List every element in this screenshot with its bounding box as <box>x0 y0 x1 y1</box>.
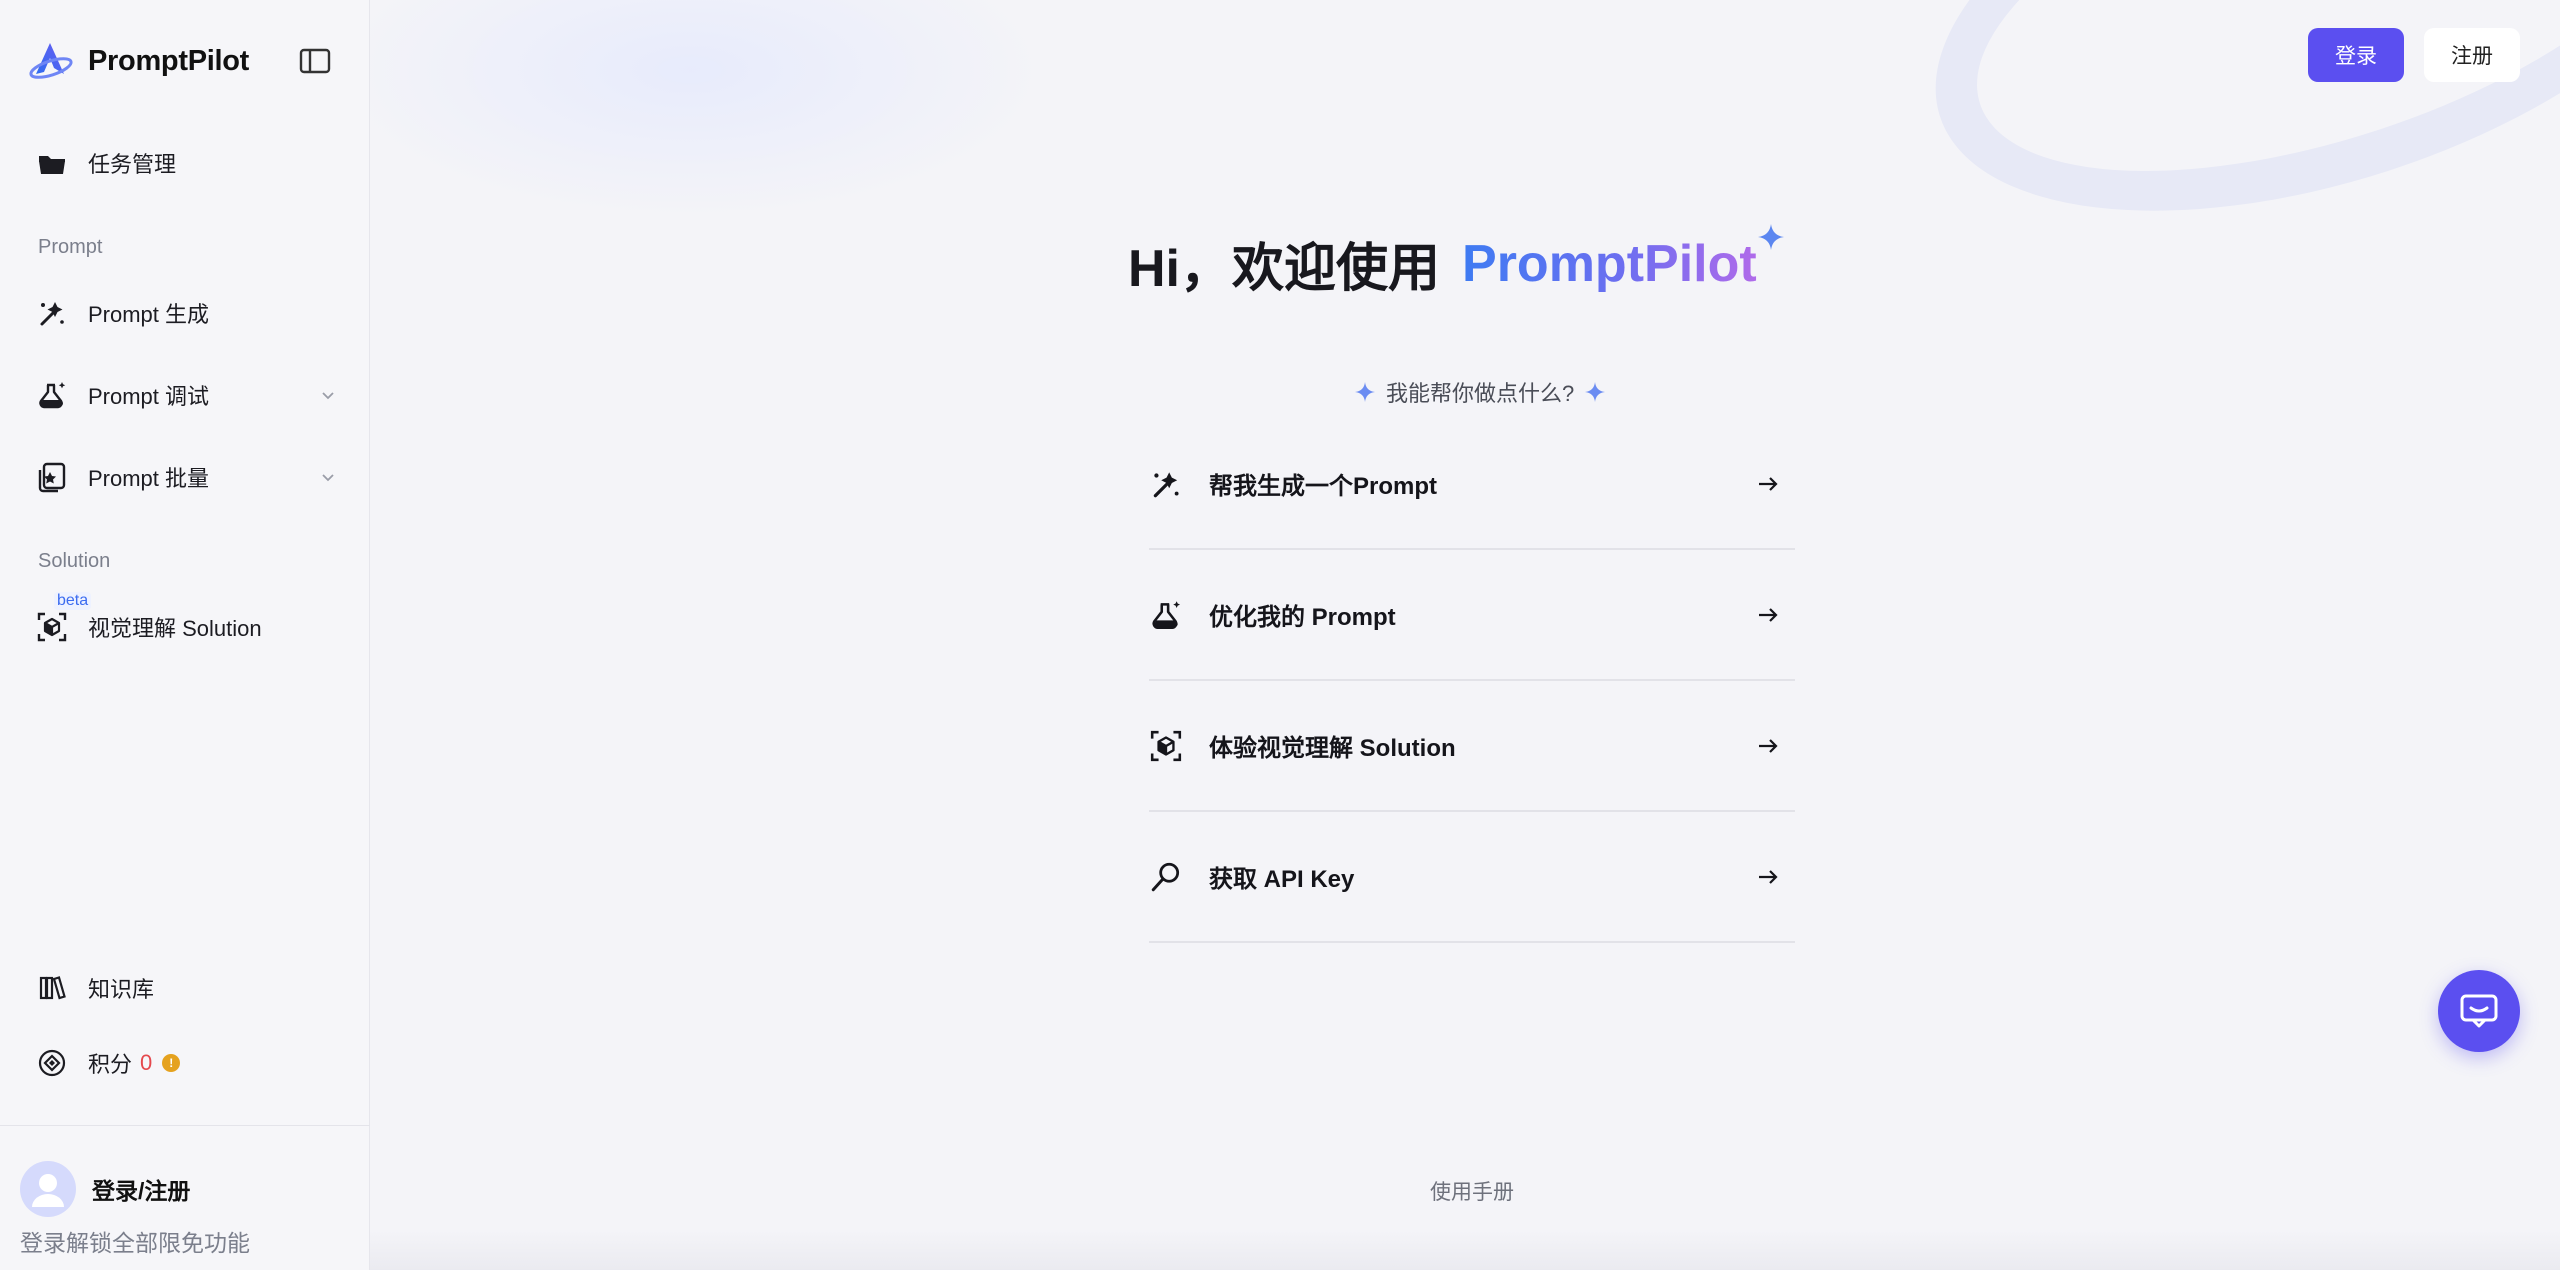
flask-icon <box>39 382 66 409</box>
section-label-solution: Solution <box>38 550 111 572</box>
sidebar-item-label: Prompt 批量 <box>88 466 210 491</box>
sidebar-item-prompt-batch[interactable]: Prompt 批量 <box>36 453 336 501</box>
beta-badge: beta <box>54 592 92 610</box>
sidebar-item-label: 知识库 <box>88 977 155 1002</box>
avatar[interactable] <box>20 1161 76 1217</box>
brand[interactable]: PromptPilot <box>28 38 249 84</box>
action-get-api-key[interactable]: 获取 API Key <box>1149 812 1795 943</box>
magic-wand-icon <box>1153 471 1179 497</box>
sidebar-item-label: 任务管理 <box>88 152 177 177</box>
background-glow <box>370 0 1050 220</box>
sidebar-item-prompt-gen[interactable]: Prompt 生成 <box>36 289 336 337</box>
user-name: 登录/注册 <box>92 1178 191 1204</box>
chevron-down-icon[interactable] <box>320 469 336 485</box>
user-login-entry[interactable]: 登录/注册 <box>20 1161 190 1217</box>
help-question-text: 我能帮你做点什么? <box>1386 381 1575 406</box>
warning-icon[interactable]: ! <box>162 1054 181 1072</box>
help-question: 我能帮你做点什么? <box>1344 376 1616 408</box>
sidebar-item-prompt-debug[interactable]: Prompt 调试 <box>36 371 336 419</box>
sidebar-item-label: 视觉理解 Solution <box>88 616 262 641</box>
sidebar-item-tasks[interactable]: 任务管理 <box>36 139 336 187</box>
brand-logo-icon <box>29 43 73 79</box>
main-content: 登录 注册 Hi，欢迎使用 PromptPilot 我能帮你做点什么? 帮我生成… <box>370 0 2560 1270</box>
hero-title: Hi，欢迎使用 PromptPilot <box>1128 226 1757 301</box>
points-label: 积分 <box>88 1052 133 1077</box>
sidebar-item-points[interactable]: 积分 0 ! <box>36 1039 336 1087</box>
chat-icon <box>2460 994 2498 1028</box>
library-icon <box>39 976 66 1000</box>
cube-scan-icon <box>37 612 67 642</box>
action-label: 优化我的 Prompt <box>1209 604 1396 631</box>
brand-name: PromptPilot <box>88 44 250 77</box>
arrow-right-icon <box>1759 607 1778 622</box>
login-button[interactable]: 登录 <box>2308 28 2404 82</box>
magic-wand-icon <box>40 302 64 326</box>
user-manual-link[interactable]: 使用手册 <box>1430 1176 1514 1206</box>
arrow-right-icon <box>1759 476 1778 491</box>
chat-button[interactable] <box>2438 970 2520 1052</box>
action-vision-solution[interactable]: 体验视觉理解 Solution <box>1149 681 1795 812</box>
sidebar-item-label: Prompt 调试 <box>88 384 210 409</box>
action-label: 帮我生成一个Prompt <box>1209 473 1437 500</box>
arrow-right-icon <box>1759 738 1778 753</box>
bottom-shade <box>370 1230 2560 1270</box>
cube-scan-icon <box>1150 730 1182 761</box>
chevron-down-icon[interactable] <box>320 387 336 403</box>
section-label-prompt: Prompt <box>38 236 103 258</box>
action-label: 获取 API Key <box>1209 866 1355 893</box>
user-hint: 登录解锁全部限免功能 <box>20 1230 250 1256</box>
action-optimize-prompt[interactable]: 优化我的 Prompt <box>1149 550 1795 681</box>
sidebar-divider <box>0 1125 370 1126</box>
sparkle-icon <box>1355 382 1375 402</box>
key-icon <box>1151 862 1180 891</box>
points-icon <box>38 1049 66 1077</box>
app-root: PromptPilot 任务管理 Prompt Prompt 生成 Prompt… <box>0 0 2560 1270</box>
sidebar: PromptPilot 任务管理 Prompt Prompt 生成 Prompt… <box>0 0 370 1270</box>
action-generate-prompt[interactable]: 帮我生成一个Prompt <box>1149 419 1795 550</box>
batch-icon <box>38 462 66 493</box>
hero-brand: PromptPilot <box>1462 234 1757 293</box>
action-label: 体验视觉理解 Solution <box>1209 735 1456 762</box>
points-value: 0 <box>140 1050 153 1075</box>
hero-greeting: Hi，欢迎使用 <box>1128 240 1441 298</box>
sidebar-toggle-icon[interactable] <box>298 46 332 76</box>
sparkle-icon <box>1585 382 1606 402</box>
user-icon <box>32 1174 64 1207</box>
sidebar-item-vision-solution[interactable]: 视觉理解 Solution <box>36 603 336 651</box>
sparkle-icon <box>1758 224 1784 250</box>
folder-icon <box>39 156 65 174</box>
arrow-right-icon <box>1759 869 1778 884</box>
sidebar-item-label: Prompt 生成 <box>88 302 210 327</box>
sidebar-item-knowledge[interactable]: 知识库 <box>36 964 336 1012</box>
register-button[interactable]: 注册 <box>2424 28 2520 82</box>
flask-icon <box>1152 600 1181 629</box>
